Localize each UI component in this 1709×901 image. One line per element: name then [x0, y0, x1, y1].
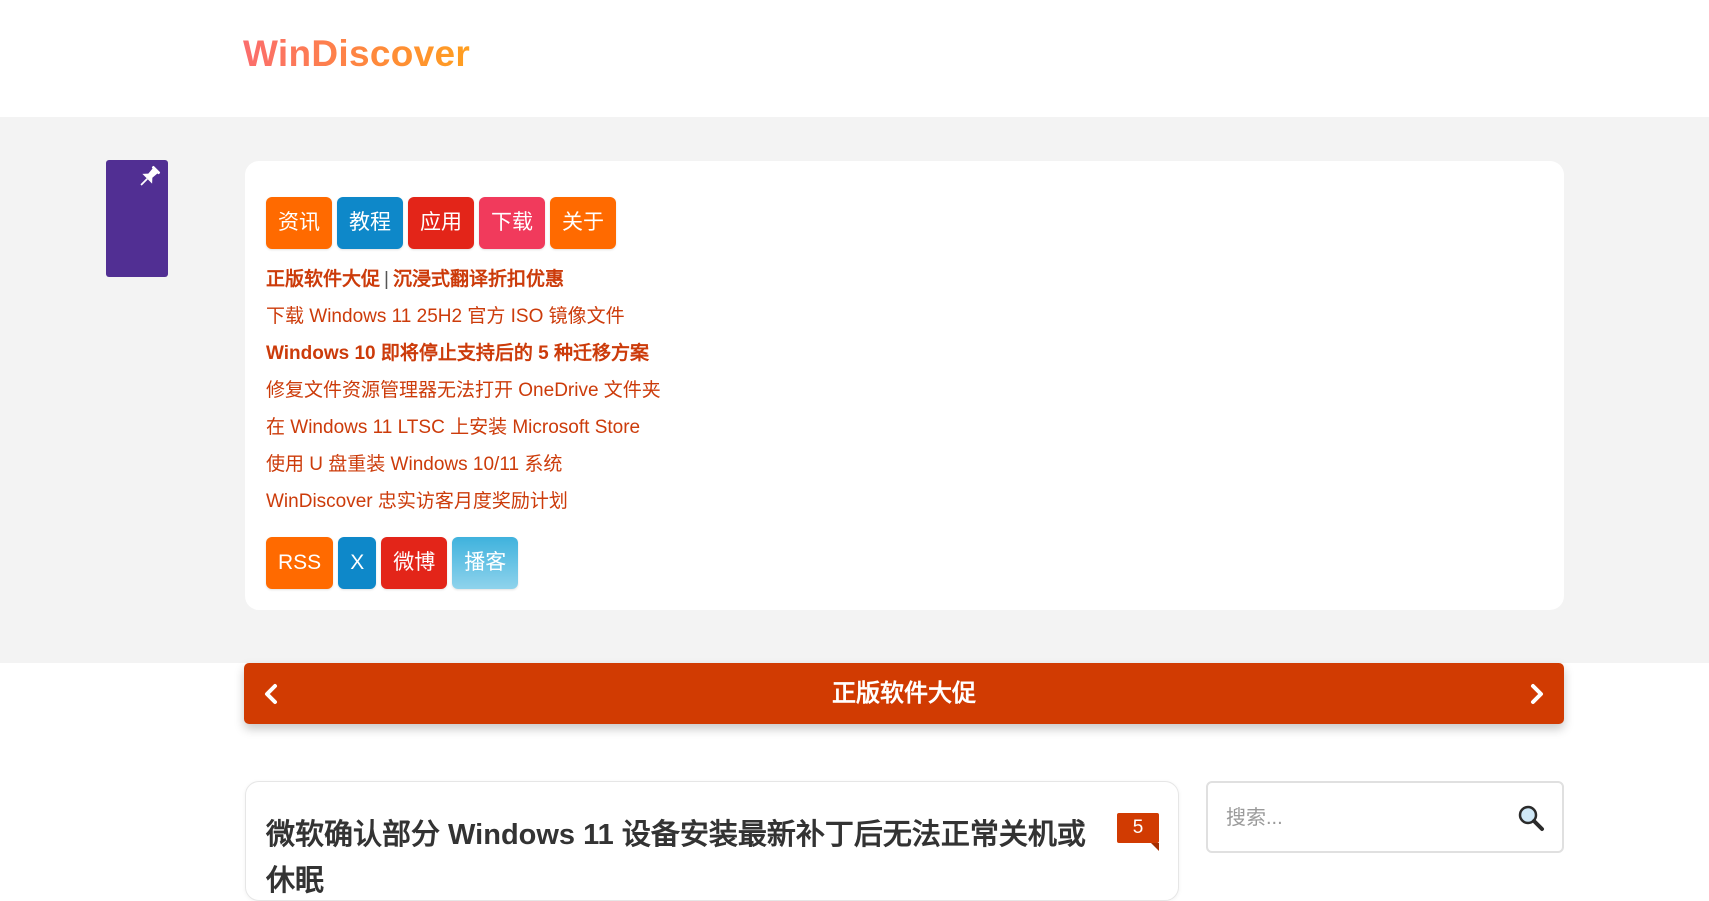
social-button-weibo[interactable]: 微博: [381, 537, 448, 589]
featured-link[interactable]: WinDiscover 忠实访客月度奖励计划: [266, 483, 661, 520]
search-box: [1206, 781, 1564, 853]
banner-title[interactable]: 正版软件大促: [244, 663, 1564, 724]
featured-link-promo-a[interactable]: 正版软件大促: [266, 269, 380, 290]
category-button-news[interactable]: 资讯: [266, 197, 332, 249]
category-button-about[interactable]: 关于: [550, 197, 616, 249]
category-buttons: 资讯 教程 应用 下载 关于: [266, 197, 616, 249]
magnifier-icon: [1518, 805, 1544, 831]
social-button-x[interactable]: X: [338, 537, 377, 589]
category-button-apps[interactable]: 应用: [408, 197, 474, 249]
featured-link-promo: 正版软件大促 | 沉浸式翻译折扣优惠: [266, 261, 661, 298]
post-card: 微软确认部分 Windows 11 设备安装最新补丁后无法正常关机或休眠 5: [245, 781, 1179, 901]
social-button-rss[interactable]: RSS: [266, 537, 334, 589]
pin-icon: [140, 165, 161, 186]
featured-link[interactable]: 在 Windows 11 LTSC 上安装 Microsoft Store: [266, 409, 661, 446]
search-button[interactable]: [1516, 803, 1548, 835]
featured-link[interactable]: Windows 10 即将停止支持后的 5 种迁移方案: [266, 335, 661, 372]
social-buttons: RSS X 微博 播客: [266, 537, 519, 589]
search-input[interactable]: [1226, 799, 1496, 837]
featured-link-promo-b[interactable]: 沉浸式翻译折扣优惠: [393, 269, 564, 290]
banner-next-button[interactable]: [1522, 677, 1552, 711]
social-button-podcast[interactable]: 播客: [452, 537, 519, 589]
category-button-tutorials[interactable]: 教程: [337, 197, 403, 249]
site-logo[interactable]: WinDiscover: [243, 33, 470, 75]
promo-banner: 正版软件大促: [244, 663, 1564, 724]
link-separator: |: [384, 269, 389, 290]
site-header: WinDiscover: [0, 0, 1709, 117]
chevron-right-icon: [1531, 684, 1543, 704]
pinned-tab[interactable]: [106, 160, 168, 277]
featured-links: 正版软件大促 | 沉浸式翻译折扣优惠 下载 Windows 11 25H2 官方 I…: [266, 261, 661, 520]
featured-link[interactable]: 使用 U 盘重装 Windows 10/11 系统: [266, 446, 661, 483]
category-button-downloads[interactable]: 下载: [479, 197, 545, 249]
comment-count-badge[interactable]: 5: [1117, 813, 1159, 851]
nav-card: 资讯 教程 应用 下载 关于 正版软件大促 | 沉浸式翻译折扣优惠 下载 Windo…: [245, 161, 1564, 610]
post-title[interactable]: 微软确认部分 Windows 11 设备安装最新补丁后无法正常关机或休眠: [266, 812, 1106, 900]
featured-link[interactable]: 修复文件资源管理器无法打开 OneDrive 文件夹: [266, 372, 661, 409]
featured-link[interactable]: 下载 Windows 11 25H2 官方 ISO 镜像文件: [266, 298, 661, 335]
